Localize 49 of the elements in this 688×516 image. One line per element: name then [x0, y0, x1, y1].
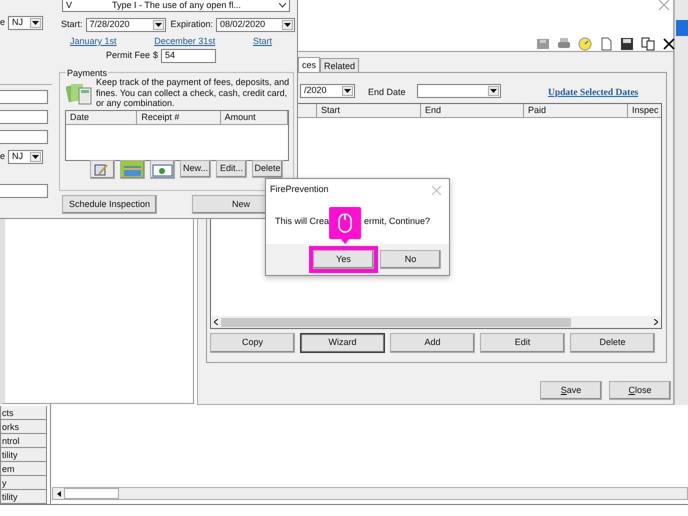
- form-button[interactable]: Schedule Inspection: [62, 195, 157, 214]
- action-button[interactable]: Wizard: [300, 333, 385, 353]
- nav-item[interactable]: em: [0, 462, 47, 476]
- nav-item[interactable]: orks: [0, 420, 47, 434]
- type-text: Type I - The use of any open fl...: [112, 0, 241, 12]
- nav-item[interactable]: tility: [0, 490, 47, 504]
- dialog-button[interactable]: No: [380, 250, 441, 269]
- payment-button[interactable]: New...: [180, 160, 211, 178]
- state-combo[interactable]: NJ: [8, 16, 44, 30]
- date-link[interactable]: January 1st: [70, 35, 117, 48]
- nav-item[interactable]: ntrol: [0, 434, 47, 448]
- date-link[interactable]: December 31st: [154, 35, 216, 48]
- payment-button[interactable]: Edit...: [216, 160, 247, 178]
- field-label: e: [0, 16, 6, 30]
- nav-item[interactable]: y: [0, 476, 47, 490]
- type-code: V: [66, 0, 72, 12]
- dialog-message: This will Crea: [275, 215, 330, 228]
- column-header: Date: [66, 111, 138, 124]
- field-label: End Date: [368, 86, 406, 99]
- column-header: Amount: [220, 111, 288, 124]
- dialog-title: FirePrevention: [270, 183, 329, 196]
- column-header: End: [421, 104, 524, 117]
- action-button[interactable]: Copy: [210, 333, 295, 353]
- payment-button[interactable]: Delete: [252, 160, 283, 178]
- footer-button[interactable]: Close: [609, 381, 671, 400]
- footer-button[interactable]: Save: [540, 381, 602, 400]
- expiration-combo[interactable]: 08/02/2020: [216, 18, 296, 32]
- nav-item[interactable]: tility: [0, 448, 47, 462]
- date-link[interactable]: Start: [252, 35, 272, 48]
- start-date-combo[interactable]: 7/28/2020: [86, 18, 166, 32]
- action-button[interactable]: Edit: [480, 333, 565, 353]
- permit-fee-field[interactable]: 54: [161, 49, 216, 63]
- date-combo[interactable]: /2020: [300, 84, 355, 98]
- dialog-message: ermit, Continue?: [364, 215, 430, 228]
- column-header: Start: [317, 104, 421, 117]
- field-label: Start:: [61, 18, 83, 32]
- column-header: Receipt #: [137, 111, 221, 124]
- type-combo[interactable]: V Type I - The use of any open fl...: [62, 0, 290, 12]
- update-link[interactable]: Update Selected Dates: [548, 86, 638, 100]
- field-label: Expiration:: [170, 18, 214, 32]
- field-label: e: [0, 150, 6, 164]
- action-button[interactable]: Delete: [570, 333, 655, 353]
- field-label: Permit Fee: [106, 49, 150, 62]
- column-header: Paid: [524, 104, 628, 117]
- currency-symbol: $: [153, 49, 158, 62]
- nav-item[interactable]: cts: [0, 406, 47, 420]
- action-button[interactable]: Add: [390, 333, 475, 353]
- state-combo[interactable]: NJ: [8, 150, 44, 164]
- column-header: Inspec: [628, 104, 661, 117]
